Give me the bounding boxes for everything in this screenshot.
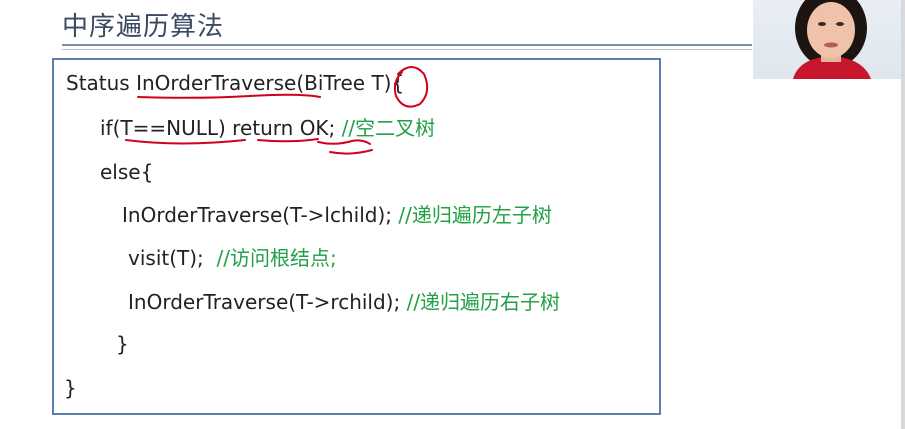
code-text: InOrderTraverse(T->lchild); <box>122 203 399 227</box>
slide-title: 中序遍历算法 <box>62 12 225 42</box>
code-line-close-else: } <box>116 332 129 356</box>
right-edge <box>901 0 905 429</box>
code-line-else: else{ <box>100 160 154 184</box>
slide: 中序遍历算法 Status InOrderTraverse(BiTree T){… <box>0 0 905 429</box>
code-line-traverse-right: InOrderTraverse(T->rchild); //递归遍历右子树 <box>128 290 560 314</box>
code-text: if(T==NULL) return OK; <box>100 116 342 140</box>
code-line-visit: visit(T); //访问根结点; <box>128 246 337 270</box>
code-comment: //递归遍历右子树 <box>406 290 561 314</box>
code-text: InOrderTraverse(T->rchild); <box>128 290 407 314</box>
presenter-webcam <box>753 0 905 79</box>
title-divider <box>62 44 752 46</box>
code-comment: //访问根结点; <box>216 246 337 270</box>
code-text: visit(T); <box>128 246 217 270</box>
code-comment: //空二叉树 <box>341 116 436 140</box>
code-block <box>52 58 661 415</box>
presenter-image <box>793 0 871 79</box>
code-line-traverse-left: InOrderTraverse(T->lchild); //递归遍历左子树 <box>122 203 552 227</box>
code-comment: //递归遍历左子树 <box>398 203 552 227</box>
title-divider-thin <box>62 49 752 50</box>
code-line-signature: Status InOrderTraverse(BiTree T){ <box>66 71 405 95</box>
code-line-close-func: } <box>64 376 77 400</box>
code-line-if: if(T==NULL) return OK; //空二叉树 <box>100 116 435 140</box>
